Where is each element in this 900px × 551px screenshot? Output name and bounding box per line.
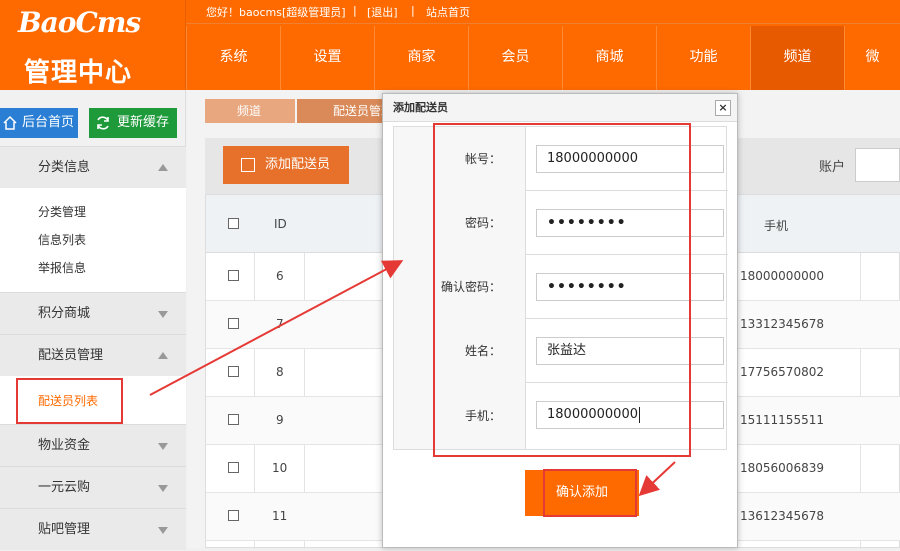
chevron-up-icon xyxy=(158,164,168,171)
column-header-id: ID xyxy=(274,217,287,231)
row-phone: 17756570802 xyxy=(740,365,824,379)
row-id: 9 xyxy=(276,413,284,427)
refresh-cache-button[interactable]: 更新缓存 xyxy=(89,108,177,138)
sidebar-section-label: 配送员管理 xyxy=(38,348,104,363)
greeting: 您好！baocms[超级管理员] xyxy=(206,6,346,19)
sidebar-item-info-list[interactable]: 信息列表 xyxy=(38,231,86,248)
site-home-link[interactable]: 站点首页 xyxy=(426,4,470,20)
sidebar-section-yiyuan[interactable]: 一元云购 xyxy=(0,466,186,508)
top-bar: 您好！baocms[超级管理员] | [退出] | 站点首页 xyxy=(186,0,900,24)
sidebar-section-courier[interactable]: 配送员管理 xyxy=(0,334,186,376)
sidebar-section-forum[interactable]: 贴吧管理 xyxy=(0,508,186,550)
row-checkbox[interactable] xyxy=(228,462,239,473)
sidebar: 后台首页 更新缓存 分类信息 分类管理 信息列表 举报信息 积分商城 配送员管理… xyxy=(0,90,186,550)
annotation-form-highlight xyxy=(433,123,691,457)
row-id: 11 xyxy=(272,509,288,523)
row-id: 10 xyxy=(272,461,288,475)
home-button[interactable]: 后台首页 xyxy=(0,108,78,138)
sidebar-section-label: 物业资金 xyxy=(38,438,91,453)
annotation-button-highlight xyxy=(543,469,637,517)
sidebar-section-label: 分类信息 xyxy=(38,160,91,175)
row-id: 6 xyxy=(276,269,284,283)
sidebar-submenu-classified: 分类管理 信息列表 举报信息 xyxy=(0,188,186,292)
nav-wechat[interactable]: 微 xyxy=(844,26,900,90)
row-phone: 15111155511 xyxy=(740,413,824,427)
sidebar-section-classified[interactable]: 分类信息 xyxy=(0,146,186,188)
logo-area: BaoCms 管理中心 xyxy=(0,0,186,90)
home-button-label: 后台首页 xyxy=(22,115,75,130)
logo-subtitle: 管理中心 xyxy=(24,58,133,88)
row-phone: 18000000000 xyxy=(740,269,824,283)
nav-channel[interactable]: 频道 xyxy=(750,26,844,90)
sidebar-item-report-info[interactable]: 举报信息 xyxy=(38,259,86,276)
chevron-down-icon xyxy=(158,527,168,534)
add-courier-button[interactable]: 添加配送员 xyxy=(223,146,349,184)
nav-settings[interactable]: 设置 xyxy=(280,26,374,90)
breadcrumb-item[interactable]: 频道 xyxy=(205,99,295,123)
nav-functions[interactable]: 功能 xyxy=(656,26,750,90)
nav-members[interactable]: 会员 xyxy=(468,26,562,90)
close-icon[interactable]: × xyxy=(715,100,731,116)
chevron-down-icon xyxy=(158,485,168,492)
row-checkbox[interactable] xyxy=(228,366,239,377)
nav-mall[interactable]: 商城 xyxy=(562,26,656,90)
row-phone: 18056006839 xyxy=(740,461,824,475)
chevron-down-icon xyxy=(158,311,168,318)
row-checkbox[interactable] xyxy=(228,414,239,425)
add-courier-label: 添加配送员 xyxy=(265,157,331,172)
account-label: 账户 xyxy=(819,160,846,175)
header: BaoCms 管理中心 您好！baocms[超级管理员] | [退出] | 站点… xyxy=(0,0,900,90)
refresh-cache-label: 更新缓存 xyxy=(117,115,170,130)
row-checkbox[interactable] xyxy=(228,510,239,521)
row-phone: 13312345678 xyxy=(740,317,824,331)
main-nav: 系统 设置 商家 会员 商城 功能 频道 微 xyxy=(186,26,900,90)
chevron-up-icon xyxy=(158,352,168,359)
row-id: 7 xyxy=(276,317,284,331)
column-header-phone: 手机 xyxy=(764,219,789,233)
row-checkbox[interactable] xyxy=(228,270,239,281)
topbar-separator: | xyxy=(353,4,357,17)
sidebar-section-label: 积分商城 xyxy=(38,306,91,321)
refresh-icon xyxy=(97,116,109,130)
row-checkbox[interactable] xyxy=(228,318,239,329)
home-icon xyxy=(3,115,17,130)
sidebar-section-label: 贴吧管理 xyxy=(38,522,91,537)
plus-icon xyxy=(241,158,255,172)
chevron-down-icon xyxy=(158,443,168,450)
sidebar-section-label: 一元云购 xyxy=(38,480,91,495)
logo: BaoCms xyxy=(18,6,141,39)
dialog-header: 添加配送员 × xyxy=(383,94,737,122)
annotation-highlight-box xyxy=(16,378,123,424)
logout-link[interactable]: [退出] xyxy=(367,4,398,20)
row-id: 8 xyxy=(276,365,284,379)
dialog-title: 添加配送员 xyxy=(393,101,448,114)
sidebar-section-points-mall[interactable]: 积分商城 xyxy=(0,292,186,334)
topbar-separator: | xyxy=(411,4,415,17)
row-phone: 13612345678 xyxy=(740,509,824,523)
nav-merchants[interactable]: 商家 xyxy=(374,26,468,90)
account-search-input[interactable] xyxy=(855,148,900,182)
nav-system[interactable]: 系统 xyxy=(186,26,280,90)
sidebar-item-category-manage[interactable]: 分类管理 xyxy=(38,203,86,220)
select-all-checkbox[interactable] xyxy=(228,218,239,229)
sidebar-section-property-funds[interactable]: 物业资金 xyxy=(0,424,186,466)
